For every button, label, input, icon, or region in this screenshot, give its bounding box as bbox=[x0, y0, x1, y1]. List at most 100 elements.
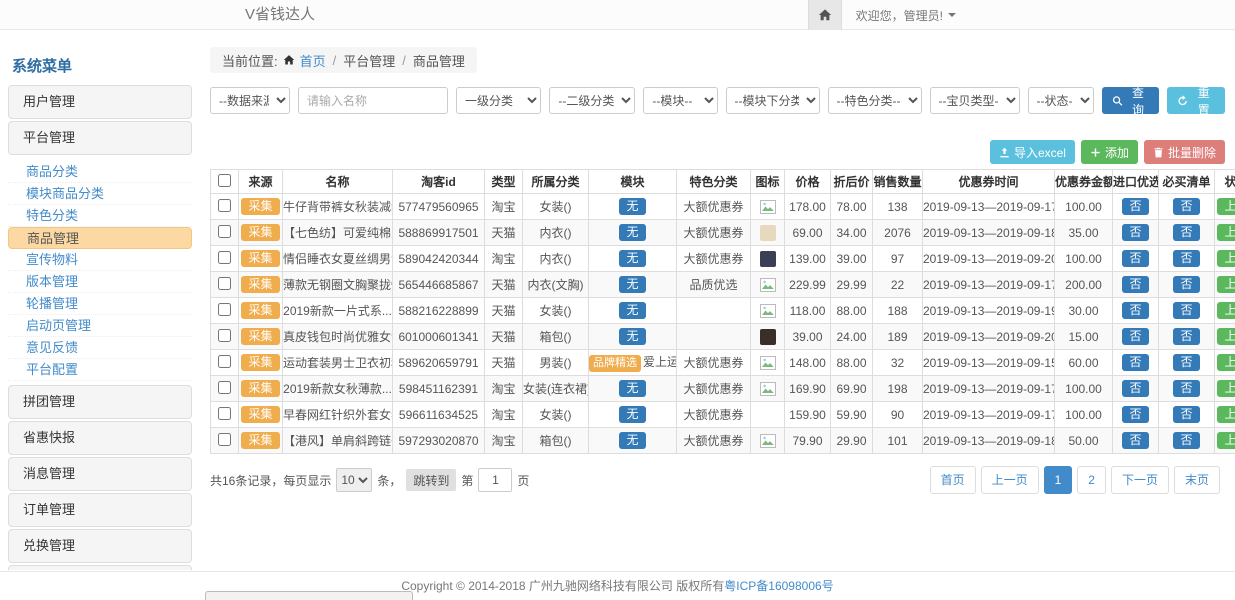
pager-button-4[interactable]: 下一页 bbox=[1111, 466, 1169, 494]
filter-select-5[interactable]: --宝贝类型-- bbox=[930, 87, 1020, 114]
column-header-11: 优惠券时间 bbox=[923, 170, 1055, 194]
source-cell: 采集 bbox=[239, 246, 283, 272]
taoke-id-cell: 565446685867 bbox=[393, 272, 485, 298]
import-select-badge: 否 bbox=[1122, 354, 1148, 371]
source-badge: 采集 bbox=[241, 250, 279, 267]
source-badge: 采集 bbox=[241, 198, 279, 215]
category-cell: 内衣() bbox=[523, 246, 589, 272]
import-excel-button[interactable]: 导入excel bbox=[990, 140, 1075, 164]
price-cell: 169.90 bbox=[785, 376, 831, 402]
row-checkbox[interactable] bbox=[218, 381, 231, 394]
price-cell: 148.00 bbox=[785, 350, 831, 376]
sidebar-group-bottom-3[interactable]: 订单管理 bbox=[8, 493, 192, 527]
module-name: 爱上运动 bbox=[643, 355, 677, 369]
status-badge: 上架 bbox=[1217, 406, 1235, 423]
price-cell: 79.90 bbox=[785, 428, 831, 454]
sidebar-group-bottom-4[interactable]: 兑换管理 bbox=[8, 529, 192, 563]
row-checkbox[interactable] bbox=[218, 407, 231, 420]
sidebar-item-0[interactable]: 商品分类 bbox=[8, 161, 192, 183]
row-checkbox[interactable] bbox=[218, 225, 231, 238]
sidebar-group-top-0[interactable]: 用户管理 bbox=[8, 85, 192, 119]
filter-select-0[interactable]: 一级分类 bbox=[456, 87, 541, 114]
sidebar-item-6[interactable]: 轮播管理 bbox=[8, 293, 192, 315]
sidebar-item-4[interactable]: 宣传物料 bbox=[8, 249, 192, 271]
sidebar-item-8[interactable]: 意见反馈 bbox=[8, 337, 192, 359]
source-badge: 采集 bbox=[241, 380, 279, 397]
pagination: 首页上一页12下一页末页 bbox=[930, 466, 1220, 494]
row-checkbox[interactable] bbox=[218, 355, 231, 368]
sidebar-item-7[interactable]: 启动页管理 bbox=[8, 315, 192, 337]
pager-button-3[interactable]: 2 bbox=[1077, 466, 1106, 494]
sidebar-item-2[interactable]: 特色分类 bbox=[8, 205, 192, 227]
select-all-checkbox[interactable] bbox=[218, 174, 231, 187]
page-number-input[interactable] bbox=[478, 468, 512, 492]
sidebar-item-3[interactable]: 商品管理 bbox=[8, 227, 192, 249]
feature-cell: 大额优惠券 bbox=[677, 220, 751, 246]
breadcrumb-separator: / bbox=[400, 53, 408, 68]
module-none-badge: 无 bbox=[619, 302, 645, 319]
broken-image-icon bbox=[760, 434, 776, 448]
filter-select-6[interactable]: --状态-- bbox=[1028, 87, 1094, 114]
pager-button-2[interactable]: 1 bbox=[1044, 466, 1073, 494]
sidebar-group-bottom-5[interactable]: 钱包管理 bbox=[8, 565, 192, 570]
sidebar-group-bottom-0[interactable]: 拼团管理 bbox=[8, 385, 192, 419]
icp-link[interactable]: 粤ICP备16098006号 bbox=[724, 579, 833, 593]
must-buy-cell: 否 bbox=[1159, 350, 1215, 376]
pager-button-0[interactable]: 首页 bbox=[930, 466, 976, 494]
jump-button[interactable]: 跳转到 bbox=[406, 469, 456, 491]
module-none-badge: 无 bbox=[619, 328, 645, 345]
home-button[interactable] bbox=[808, 0, 842, 30]
row-checkbox[interactable] bbox=[218, 433, 231, 446]
sidebar-group-bottom-1[interactable]: 省惠快报 bbox=[8, 421, 192, 455]
name-cell: 运动套装男士卫衣初秋... bbox=[283, 350, 393, 376]
filter-select-3[interactable]: --模块下分类-- bbox=[726, 87, 820, 114]
import-select-cell: 否 bbox=[1113, 428, 1159, 454]
row-checkbox-cell bbox=[211, 402, 239, 428]
import-select-cell: 否 bbox=[1113, 402, 1159, 428]
user-menu[interactable]: 欢迎您，管理员! bbox=[842, 0, 970, 30]
category-cell: 女装() bbox=[523, 402, 589, 428]
filter-select-4[interactable]: --特色分类-- bbox=[828, 87, 922, 114]
module-cell: 无 bbox=[589, 220, 677, 246]
module-cell: 品牌精选爱上运动 bbox=[589, 350, 677, 376]
discount-price-cell: 59.90 bbox=[831, 402, 873, 428]
feature-cell: 大额优惠券 bbox=[677, 350, 751, 376]
must-buy-badge: 否 bbox=[1173, 380, 1199, 397]
row-checkbox[interactable] bbox=[218, 277, 231, 290]
sidebar-item-9[interactable]: 平台配置 bbox=[8, 359, 192, 381]
search-button[interactable]: 查询 bbox=[1102, 87, 1160, 114]
add-button[interactable]: 添加 bbox=[1081, 140, 1138, 164]
row-checkbox[interactable] bbox=[218, 329, 231, 342]
plus-icon bbox=[1090, 147, 1101, 158]
filter-select-2[interactable]: --模块-- bbox=[643, 87, 717, 114]
price-cell: 178.00 bbox=[785, 194, 831, 220]
data-source-select[interactable]: --数据来源-- bbox=[210, 87, 290, 114]
pager-button-5[interactable]: 末页 bbox=[1174, 466, 1220, 494]
import-select-badge: 否 bbox=[1122, 198, 1148, 215]
pager-button-1[interactable]: 上一页 bbox=[981, 466, 1039, 494]
name-search-input[interactable] bbox=[298, 87, 448, 114]
sidebar-group-top-1[interactable]: 平台管理 bbox=[8, 121, 192, 155]
sidebar-group-bottom-2[interactable]: 消息管理 bbox=[8, 457, 192, 491]
reset-button[interactable]: 重置 bbox=[1167, 87, 1225, 114]
coupon-time-cell: 2019-09-13—2019-09-18 bbox=[923, 220, 1055, 246]
source-cell: 采集 bbox=[239, 220, 283, 246]
sales-cell: 32 bbox=[873, 350, 923, 376]
row-checkbox[interactable] bbox=[218, 251, 231, 264]
import-select-cell: 否 bbox=[1113, 298, 1159, 324]
row-checkbox[interactable] bbox=[218, 303, 231, 316]
broken-image-icon bbox=[760, 382, 776, 396]
breadcrumb-home-link[interactable]: 首页 bbox=[300, 51, 326, 70]
per-page-select[interactable]: 10 bbox=[336, 468, 372, 492]
must-buy-badge: 否 bbox=[1173, 276, 1199, 293]
module-cell: 无 bbox=[589, 246, 677, 272]
filter-select-1[interactable]: --二级分类-- bbox=[549, 87, 635, 114]
row-checkbox[interactable] bbox=[218, 199, 231, 212]
sidebar-item-5[interactable]: 版本管理 bbox=[8, 271, 192, 293]
category-cell: 女装(连衣裙) bbox=[523, 376, 589, 402]
sidebar-item-1[interactable]: 模块商品分类 bbox=[8, 183, 192, 205]
must-buy-cell: 否 bbox=[1159, 324, 1215, 350]
module-none-badge: 无 bbox=[619, 276, 645, 293]
module-cell: 无 bbox=[589, 194, 677, 220]
batch-delete-button[interactable]: 批量删除 bbox=[1144, 140, 1225, 164]
